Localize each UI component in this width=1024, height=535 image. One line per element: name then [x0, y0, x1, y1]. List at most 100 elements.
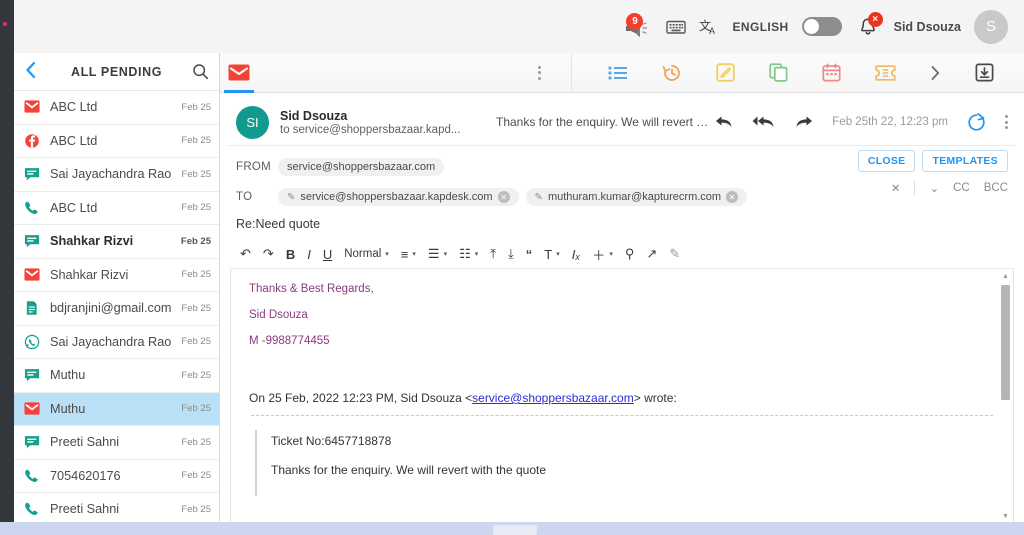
to-chip[interactable]: ✎ service@shoppersbazaar.kapdesk.com ✕ [278, 188, 519, 207]
message-actions: Feb 25th 22, 12:23 pm [715, 112, 1008, 132]
scroll-up-icon[interactable]: ▲ [1001, 273, 1010, 280]
remove-chip-icon[interactable]: ✕ [726, 191, 739, 204]
conversation-name: Sai Jayachandra Rao [50, 334, 172, 349]
forward-button[interactable] [795, 115, 813, 129]
announcement-button[interactable]: 9 [623, 12, 653, 41]
outdent-icon[interactable]: ⤒ [484, 242, 502, 266]
avatar[interactable]: S [974, 9, 1008, 44]
editor-toolbar: ↶ ↷ BIU Normal ≡ ☰ ☷ ⤒ ⤓ “ T Iₓ ＋ ⚲ ↗ ✎ [230, 240, 1014, 269]
insert-icon[interactable]: ＋ [586, 242, 619, 266]
clear-recipients-button[interactable]: ✕ [891, 181, 901, 195]
sidebar-title: ALL PENDING [70, 64, 163, 79]
top-header-bar: 9 文 A ENGLISH × Sid Dsouza S [14, 0, 1024, 53]
conversation-name: ABC Ltd [50, 200, 98, 215]
conversation-item[interactable]: Preeti Sahni Feb 25 [14, 493, 219, 522]
quote-email-link[interactable]: service@shoppersbazaar.com [472, 391, 634, 405]
language-toggle[interactable] [801, 17, 842, 36]
undo-icon[interactable]: ↶ [234, 242, 257, 266]
refresh-button[interactable] [967, 112, 986, 132]
expand-recipients-button[interactable]: ⌄ [929, 181, 939, 195]
ticket-button[interactable] [875, 64, 896, 81]
keyboard-button[interactable] [666, 19, 687, 35]
bold-icon-glyph: B [285, 246, 296, 262]
align-icon-glyph: ≡ [400, 246, 409, 262]
clear-format-icon[interactable]: Iₓ [566, 242, 587, 266]
conversation-name: Shahkar Rizvi [50, 234, 134, 249]
channel-icon-wrap [24, 233, 50, 249]
from-chip-label: service@shoppersbazaar.com [287, 160, 436, 173]
editor-content[interactable]: Thanks & Best Regards, Sid Dsouza M -998… [231, 269, 1013, 496]
subject-field[interactable]: Re:Need quote [236, 214, 1008, 237]
bottom-scroll-nub[interactable] [493, 525, 537, 535]
conversation-item[interactable]: ABC Ltd Feb 25 [14, 125, 219, 158]
reply-all-button[interactable] [752, 115, 776, 129]
list-button[interactable] [608, 65, 628, 81]
search-icon[interactable]: ⚲ [619, 242, 641, 266]
italic-icon[interactable]: I [301, 242, 317, 266]
bullet-list-icon[interactable]: ☰ [422, 242, 453, 266]
history-button[interactable] [662, 63, 682, 83]
message-date: Feb 25th 22, 12:23 pm [832, 116, 948, 128]
message-avatar: SI [236, 105, 269, 139]
channel-icon-wrap [24, 434, 50, 450]
to-chips-container[interactable]: ✎ service@shoppersbazaar.kapdesk.com ✕ ✎ mut… [278, 187, 754, 207]
conversation-item[interactable]: Muthu Feb 25 [14, 392, 219, 426]
fullscreen-icon[interactable]: ↗ [640, 242, 663, 266]
font-size-select-glyph: Normal [344, 248, 382, 260]
signature-icon[interactable]: ✎ [663, 242, 686, 266]
redo-icon[interactable]: ↷ [257, 242, 280, 266]
editor-body[interactable]: Thanks & Best Regards, Sid Dsouza M -998… [230, 269, 1014, 524]
remove-chip-icon[interactable]: ✕ [497, 191, 510, 204]
chat-icon [24, 436, 40, 449]
whatsapp-icon [24, 334, 40, 349]
reply-button[interactable] [715, 115, 733, 129]
search-button[interactable] [187, 63, 209, 80]
reply-icon [716, 116, 732, 127]
underline-icon[interactable]: U [317, 242, 338, 266]
calendar-button[interactable] [822, 63, 841, 82]
conversation-date: Feb 25 [181, 403, 211, 415]
facebook-icon [25, 133, 39, 148]
numbered-list-icon[interactable]: ☷ [453, 242, 484, 266]
conversation-item[interactable]: Sai Jayachandra Rao Feb 25 [14, 158, 219, 192]
tab-more-button[interactable] [538, 65, 541, 80]
templates-button[interactable]: TEMPLATES [922, 150, 1008, 172]
tab-email[interactable] [220, 53, 258, 93]
bcc-button[interactable]: BCC [984, 182, 1008, 194]
conversation-item[interactable]: Shahkar Rizvi Feb 25 [14, 259, 219, 292]
close-button[interactable]: CLOSE [857, 150, 916, 172]
notification-dismiss-badge[interactable]: × [867, 11, 883, 27]
font-size-select[interactable]: Normal [338, 242, 395, 266]
from-chip[interactable]: service@shoppersbazaar.com [278, 157, 445, 176]
message-more-button[interactable] [1005, 115, 1008, 129]
archive-button[interactable] [975, 63, 994, 82]
scroll-down-icon[interactable]: ▼ [1001, 513, 1010, 520]
indent-icon[interactable]: ⤓ [502, 242, 520, 266]
conversation-item[interactable]: Shahkar Rizvi Feb 25 [14, 225, 219, 259]
back-button[interactable] [24, 60, 46, 84]
editor-scrollbar[interactable]: ▲ ▼ [1001, 273, 1010, 520]
conversation-item[interactable]: Preeti Sahni Feb 25 [14, 426, 219, 460]
conversation-item[interactable]: Muthu Feb 25 [14, 359, 219, 393]
note-edit-button[interactable] [716, 63, 735, 82]
conversation-list[interactable]: ABC Ltd Feb 25 ABC Ltd Feb 25 Sai Jayachan… [14, 91, 219, 522]
next-button[interactable] [930, 65, 941, 81]
to-chip[interactable]: ✎ muthuram.kumar@kapturecrm.com ✕ [525, 188, 748, 207]
notifications-button[interactable]: × [855, 11, 883, 40]
cc-button[interactable]: CC [953, 182, 970, 194]
rail-indicator-dot [3, 22, 7, 26]
conversation-item[interactable]: ABC Ltd Feb 25 [14, 192, 219, 225]
align-icon[interactable]: ≡ [395, 242, 422, 266]
quote-icon[interactable]: “ [520, 242, 539, 266]
conversation-item[interactable]: ABC Ltd Feb 25 [14, 91, 219, 125]
bold-icon[interactable]: B [280, 242, 301, 266]
conversation-item[interactable]: Sai Jayachandra Rao Feb 25 [14, 326, 219, 359]
text-color-icon[interactable]: T [538, 242, 565, 266]
conversation-item[interactable]: 7054620176 Feb 25 [14, 460, 219, 493]
translate-button[interactable]: 文 A [699, 18, 719, 36]
conversation-date: Feb 25 [181, 302, 211, 314]
conversation-item[interactable]: bdjranjini@gmail.com Feb 25 [14, 292, 219, 326]
redo-icon-glyph: ↷ [262, 246, 274, 261]
copy-button[interactable] [769, 63, 788, 82]
scrollbar-thumb[interactable] [1001, 285, 1010, 400]
